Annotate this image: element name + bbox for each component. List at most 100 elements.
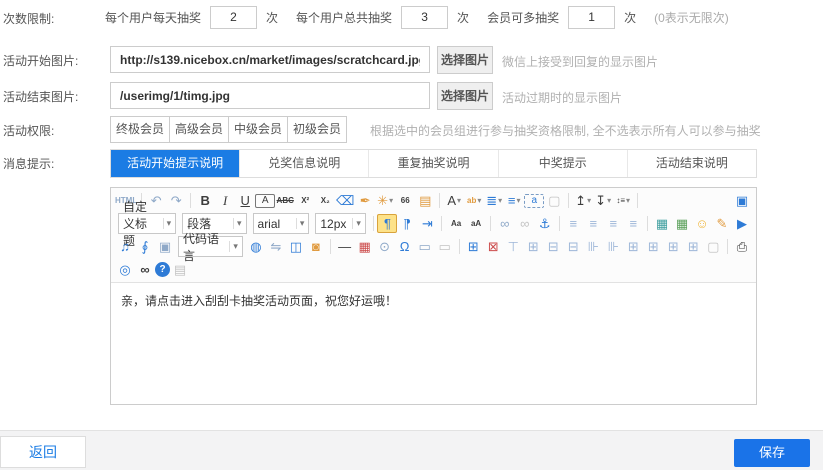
insert-row-icon[interactable]: ⊟: [543, 237, 563, 256]
strikethrough-icon[interactable]: ABC: [275, 191, 295, 210]
italic-icon[interactable]: I: [215, 191, 235, 210]
link-icon[interactable]: ∞: [495, 214, 515, 233]
format-brush-icon[interactable]: ✒: [355, 191, 375, 210]
tab-activity-start-notice[interactable]: 活动开始提示说明: [111, 150, 239, 177]
save-button[interactable]: 保存: [734, 439, 810, 467]
tab-repeat-draw[interactable]: 重复抽奖说明: [368, 150, 497, 177]
merge-down-icon[interactable]: ⊞: [643, 237, 663, 256]
paragraph-down-icon[interactable]: ↧▾: [593, 191, 613, 210]
direction-rtl-icon[interactable]: ¶: [397, 214, 417, 233]
end-image-pick-button[interactable]: 选择图片: [437, 82, 493, 110]
highlight-color-icon[interactable]: ab▾: [464, 191, 484, 210]
underline-icon[interactable]: U: [235, 191, 255, 210]
align-right-icon[interactable]: ≡: [603, 214, 623, 233]
code-language-select[interactable]: 代码语言▾: [178, 236, 243, 257]
toolbar-separator: [637, 193, 638, 208]
chevron-down-icon: ▾: [587, 197, 591, 205]
insert-columns-icon[interactable]: ◫: [286, 237, 306, 256]
paste-icon[interactable]: ▤: [170, 260, 190, 279]
valign-top-icon[interactable]: ↥▾: [573, 191, 593, 210]
superscript-icon[interactable]: X²: [295, 191, 315, 210]
align-justify-icon[interactable]: ≡: [623, 214, 643, 233]
unlink-icon[interactable]: ∞: [515, 214, 535, 233]
ordered-list-icon[interactable]: ≣▾: [484, 191, 504, 210]
print-icon[interactable]: ⎙: [732, 237, 752, 256]
insert-col-icon[interactable]: ⊪: [583, 237, 603, 256]
preview-icon[interactable]: ◎: [115, 260, 135, 279]
insert-video-icon[interactable]: ▶: [732, 214, 752, 233]
page-break-icon[interactable]: ▢: [703, 237, 723, 256]
member-option-junior[interactable]: 初级会员: [287, 116, 347, 143]
font-color-icon[interactable]: A▾: [444, 191, 464, 210]
anchor-inline-icon[interactable]: a: [524, 194, 544, 208]
insert-title-row-icon[interactable]: ⊞: [523, 237, 543, 256]
tab-redeem-info[interactable]: 兑奖信息说明: [239, 150, 368, 177]
remove-format-icon[interactable]: ⌫: [335, 191, 355, 210]
member-option-ultimate[interactable]: 终极会员: [110, 116, 170, 143]
insert-table-icon[interactable]: ⊞: [463, 237, 483, 256]
editor-content[interactable]: 亲，请点击进入刮刮卡抽奖活动页面，祝您好运哦！: [111, 283, 756, 403]
bold-icon[interactable]: B: [195, 191, 215, 210]
tab-win-notice[interactable]: 中奖提示: [498, 150, 627, 177]
scrawl-icon[interactable]: ✎: [712, 214, 732, 233]
to-uppercase-icon[interactable]: Aa: [446, 214, 466, 233]
member-extra-draw-input[interactable]: [568, 6, 615, 29]
merge-cells-icon[interactable]: ⊞: [663, 237, 683, 256]
daily-draw-input[interactable]: [210, 6, 257, 29]
snapshot-icon[interactable]: ◙: [306, 237, 326, 256]
line-height-icon[interactable]: ↕≡▾: [613, 191, 633, 210]
unordered-list-icon[interactable]: ≡▾: [504, 191, 524, 210]
member-option-senior[interactable]: 高级会员: [169, 116, 229, 143]
delete-col-icon[interactable]: ⊪: [603, 237, 623, 256]
anchor-icon[interactable]: ⚓: [535, 214, 555, 233]
merge-right-icon[interactable]: ⊞: [623, 237, 643, 256]
insert-time-icon[interactable]: ⊙: [375, 237, 395, 256]
align-left-icon[interactable]: ≡: [563, 214, 583, 233]
message-row: 消息提示: 活动开始提示说明 兑奖信息说明 重复抽奖说明 中奖提示 活动结束说明: [0, 149, 823, 179]
start-image-pick-button[interactable]: 选择图片: [437, 46, 493, 74]
help-icon[interactable]: ?: [155, 262, 170, 277]
align-center-icon[interactable]: ≡: [583, 214, 603, 233]
indent-icon[interactable]: ⇥: [417, 214, 437, 233]
custom-title-select[interactable]: 自定义标题▾: [118, 213, 176, 234]
image-upload-icon[interactable]: ▦: [672, 214, 692, 233]
redo-icon[interactable]: ↷: [166, 191, 186, 210]
end-image-hint: 活动过期时的显示图片: [502, 89, 622, 106]
horizontal-rule-icon[interactable]: —: [335, 237, 355, 256]
toolbar-separator: [441, 216, 442, 231]
paste-word-icon[interactable]: ▤: [415, 191, 435, 210]
new-page-icon[interactable]: ▢: [544, 191, 564, 210]
insert-map-icon[interactable]: ▣: [155, 237, 175, 256]
member-option-intermediate[interactable]: 中级会员: [228, 116, 288, 143]
insert-comment-icon[interactable]: ▭: [415, 237, 435, 256]
insert-music-icon[interactable]: ♫: [115, 237, 135, 256]
to-lowercase-icon[interactable]: aA: [466, 214, 486, 233]
delete-row-icon[interactable]: ⊟: [563, 237, 583, 256]
tab-activity-end[interactable]: 活动结束说明: [627, 150, 756, 177]
split-cells-icon[interactable]: ⊞: [683, 237, 703, 256]
subscript-icon[interactable]: X₂: [315, 191, 335, 210]
insert-date-icon[interactable]: ▦: [355, 237, 375, 256]
blockquote-icon[interactable]: 66: [395, 191, 415, 210]
find-replace-icon[interactable]: ∞: [135, 260, 155, 279]
end-image-label: 活动结束图片:: [3, 88, 78, 105]
font-border-icon[interactable]: A: [255, 194, 275, 208]
table-caption-icon[interactable]: ⊤: [503, 237, 523, 256]
insert-image-icon[interactable]: ▦: [652, 214, 672, 233]
start-image-url-input[interactable]: [110, 46, 430, 73]
special-char-icon[interactable]: Ω: [395, 237, 415, 256]
auto-typeset-icon[interactable]: ✳▾: [375, 191, 395, 210]
insert-iframe-icon[interactable]: ⇋: [266, 237, 286, 256]
google-map-icon[interactable]: ◍: [246, 237, 266, 256]
fullscreen-icon[interactable]: ▣: [732, 191, 752, 210]
emoji-icon[interactable]: ☺: [692, 214, 712, 233]
back-button[interactable]: 返回: [0, 436, 86, 468]
direction-ltr-icon[interactable]: ¶: [377, 214, 397, 233]
delete-table-icon[interactable]: ⊠: [483, 237, 503, 256]
font-size-select[interactable]: 12px▾: [315, 213, 366, 234]
insert-quote-icon[interactable]: ▭: [435, 237, 455, 256]
total-draw-input[interactable]: [401, 6, 448, 29]
end-image-url-input[interactable]: [110, 82, 430, 109]
font-family-select[interactable]: arial▾: [253, 213, 310, 234]
insert-attachment-icon[interactable]: ∮: [135, 237, 155, 256]
